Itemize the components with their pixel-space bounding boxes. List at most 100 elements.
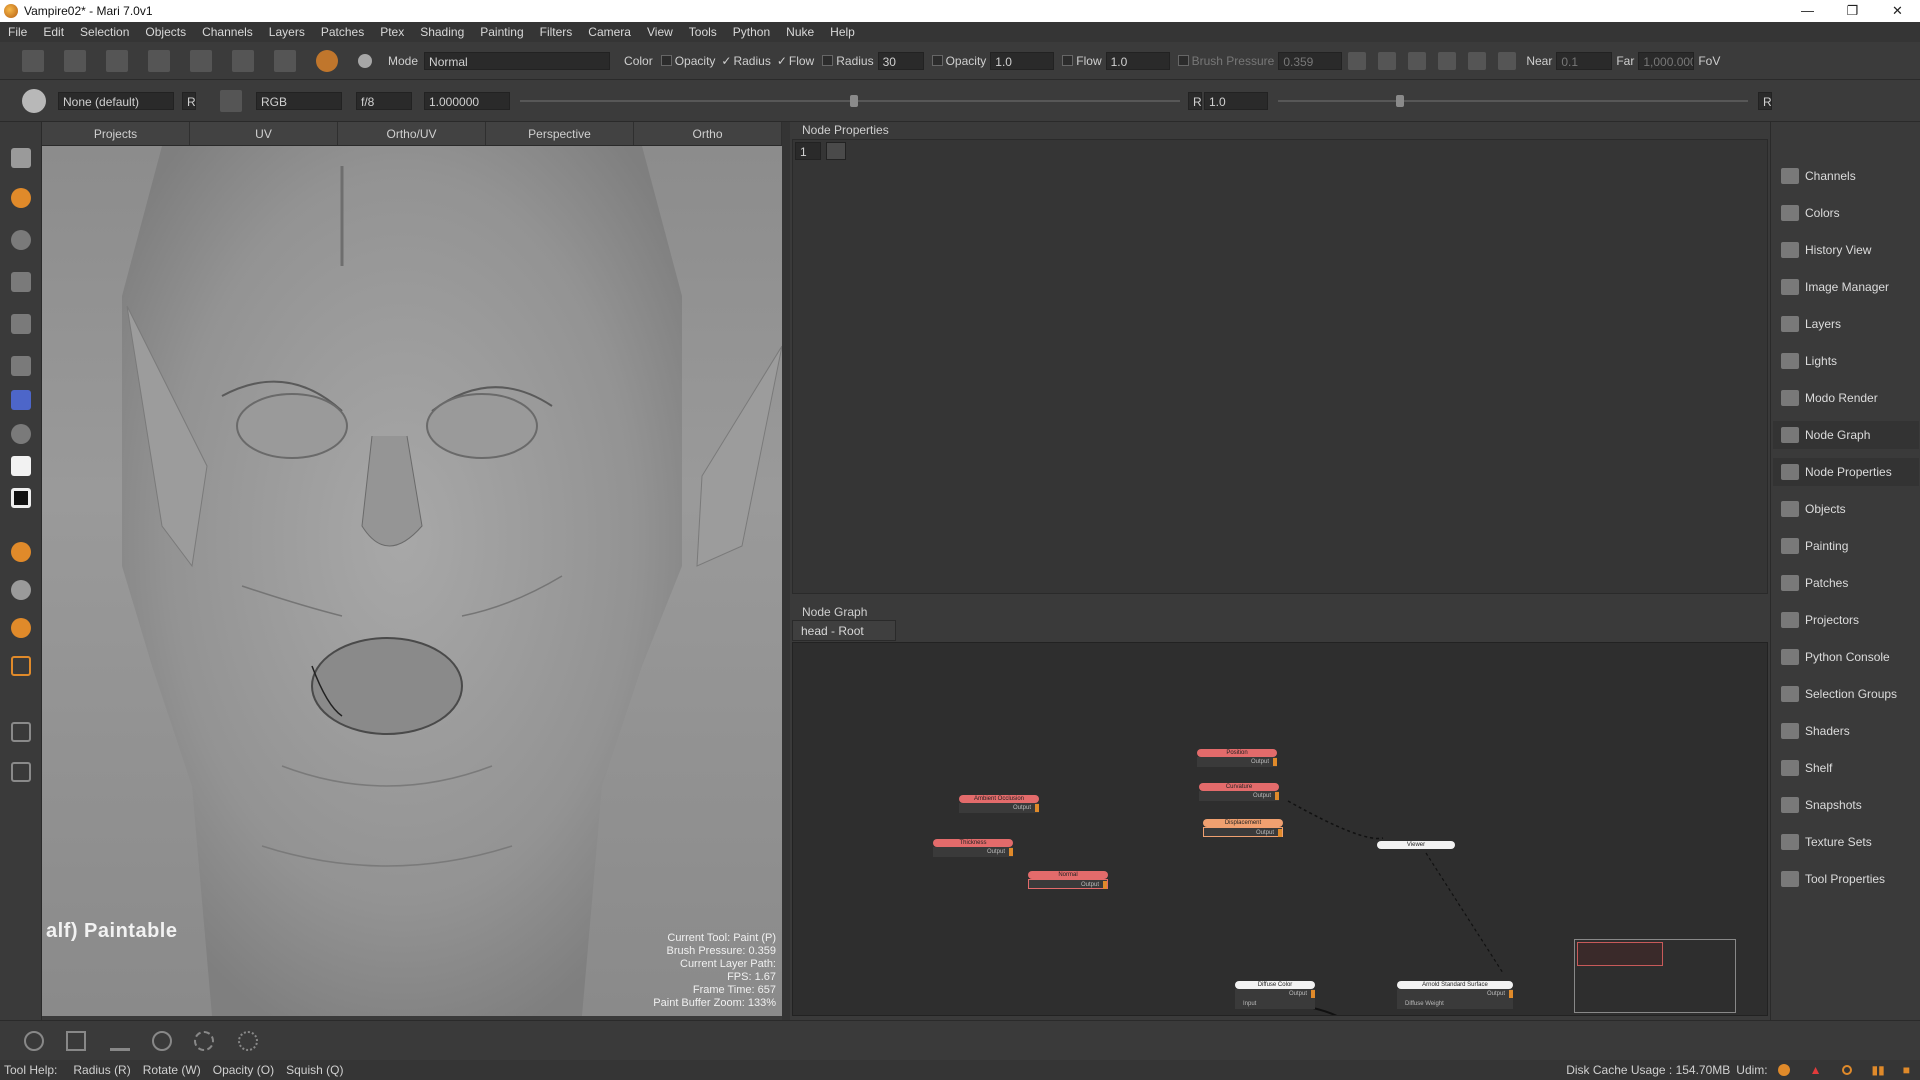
- dock-item-shaders[interactable]: Shaders: [1773, 717, 1919, 745]
- menu-tools[interactable]: Tools: [681, 25, 725, 39]
- flow-checkbox[interactable]: [1062, 55, 1074, 66]
- flow-field[interactable]: 1.0: [1105, 51, 1170, 70]
- grid-icon[interactable]: [1408, 51, 1427, 70]
- grid-tool-icon[interactable]: [11, 272, 31, 292]
- clone-tool-icon[interactable]: [11, 230, 31, 250]
- opacity2-checkbox[interactable]: [931, 55, 943, 66]
- node-thickness[interactable]: Thickness Output: [933, 839, 1013, 857]
- dock-item-painting[interactable]: Painting: [1773, 532, 1919, 560]
- node-normal[interactable]: Normal Output: [1028, 871, 1108, 889]
- dock-item-lights[interactable]: Lights: [1773, 347, 1919, 375]
- gain-field[interactable]: 1.000000: [424, 91, 510, 110]
- menu-filters[interactable]: Filters: [532, 25, 581, 39]
- tab-projects[interactable]: Projects: [42, 122, 190, 145]
- dock-item-texture-sets[interactable]: Texture Sets: [1773, 828, 1919, 856]
- gamma-reset-button[interactable]: R: [1758, 91, 1772, 110]
- dock-item-node-graph[interactable]: Node Graph: [1773, 421, 1919, 449]
- menu-file[interactable]: File: [0, 25, 35, 39]
- gamma-field[interactable]: 1.0: [1204, 91, 1268, 110]
- render-icon[interactable]: [1378, 51, 1397, 70]
- undo-transform-icon[interactable]: [24, 1031, 44, 1051]
- menu-objects[interactable]: Objects: [137, 25, 194, 39]
- node-properties-count-field[interactable]: 1: [795, 142, 821, 160]
- mode-dropdown[interactable]: Normal: [424, 51, 611, 70]
- viewport-splitter[interactable]: [782, 122, 790, 1020]
- memory-bars-icon[interactable]: ▮▮: [1872, 1063, 1885, 1077]
- shade-icon[interactable]: [1438, 51, 1457, 70]
- dock-item-python-console[interactable]: Python Console: [1773, 643, 1919, 671]
- close-button[interactable]: ✕: [1875, 0, 1920, 22]
- copy-icon[interactable]: [232, 49, 254, 72]
- close-file-icon[interactable]: [64, 49, 86, 72]
- dock-item-history-view[interactable]: History View: [1773, 236, 1919, 264]
- node-position[interactable]: Position Output: [1197, 749, 1277, 767]
- menu-nuke[interactable]: Nuke: [778, 25, 822, 39]
- squish-icon[interactable]: [194, 1031, 214, 1051]
- down-arrow-icon[interactable]: [110, 1031, 130, 1051]
- minimap-viewport-frame[interactable]: [1577, 942, 1663, 966]
- status-lock-icon[interactable]: ■: [1903, 1063, 1910, 1077]
- new-file-icon[interactable]: [22, 49, 44, 72]
- rotate-icon[interactable]: [152, 1031, 172, 1051]
- status-orange-icon[interactable]: [1777, 1064, 1790, 1076]
- camera-icon[interactable]: [274, 49, 296, 72]
- channel-dropdown[interactable]: None (default): [58, 91, 174, 110]
- node-arnold-standard-surface[interactable]: Arnold Standard Surface Output Diffuse W…: [1397, 981, 1513, 1009]
- dock-item-node-properties[interactable]: Node Properties: [1773, 458, 1919, 486]
- colorspace-dropdown[interactable]: RGB: [256, 91, 342, 110]
- select-tool-icon[interactable]: [11, 148, 31, 168]
- move-icon[interactable]: [66, 1031, 86, 1051]
- foreground-color-icon[interactable]: [11, 456, 31, 476]
- node-viewer[interactable]: Viewer: [1377, 841, 1455, 849]
- dock-item-image-manager[interactable]: Image Manager: [1773, 273, 1919, 301]
- radius-field[interactable]: 30: [877, 51, 924, 70]
- dock-item-layers[interactable]: Layers: [1773, 310, 1919, 338]
- tab-perspective[interactable]: Perspective: [486, 122, 634, 145]
- 3d-viewport[interactable]: alf) Paintable Current Tool: Paint (P) B…: [42, 146, 782, 1016]
- pen-tool-icon[interactable]: [11, 356, 31, 376]
- dock-item-shelf[interactable]: Shelf: [1773, 754, 1919, 782]
- tab-ortho-uv[interactable]: Ortho/UV: [338, 122, 486, 145]
- near-field[interactable]: 0.1: [1556, 51, 1613, 70]
- fstop-field[interactable]: f/8: [356, 91, 412, 110]
- maximize-button[interactable]: ❐: [1830, 0, 1875, 22]
- rotate-tool-icon[interactable]: [11, 424, 31, 444]
- menu-selection[interactable]: Selection: [72, 25, 137, 39]
- dock-item-snapshots[interactable]: Snapshots: [1773, 791, 1919, 819]
- dock-item-patches[interactable]: Patches: [1773, 569, 1919, 597]
- menu-ptex[interactable]: Ptex: [372, 25, 412, 39]
- marquee-tool-icon[interactable]: [11, 314, 31, 334]
- minimize-button[interactable]: —: [1785, 0, 1830, 22]
- dock-item-colors[interactable]: Colors: [1773, 199, 1919, 227]
- exposure-slider-knob[interactable]: [850, 94, 858, 107]
- radius-checkbox[interactable]: [822, 55, 834, 66]
- far-field[interactable]: 1,000.000: [1638, 51, 1695, 70]
- background-color-icon[interactable]: [11, 488, 31, 508]
- menu-camera[interactable]: Camera: [580, 25, 639, 39]
- node-ambient-occlusion[interactable]: Ambient Occlusion Output: [959, 795, 1039, 813]
- menu-edit[interactable]: Edit: [35, 25, 72, 39]
- menu-shading[interactable]: Shading: [412, 25, 472, 39]
- menu-help[interactable]: Help: [822, 25, 863, 39]
- brush-pressure-field[interactable]: 0.359: [1278, 51, 1343, 70]
- dock-item-projectors[interactable]: Projectors: [1773, 606, 1919, 634]
- warning-icon[interactable]: ▲: [1810, 1063, 1822, 1077]
- lasso-icon[interactable]: [238, 1031, 258, 1051]
- menu-python[interactable]: Python: [725, 25, 778, 39]
- gamma-slider-knob[interactable]: [1395, 94, 1404, 107]
- camera-tool-icon[interactable]: [1498, 51, 1517, 70]
- menu-patches[interactable]: Patches: [313, 25, 372, 39]
- status-ring-icon[interactable]: [1841, 1065, 1852, 1075]
- dock-item-channels[interactable]: Channels: [1773, 162, 1919, 190]
- menu-painting[interactable]: Painting: [472, 25, 531, 39]
- gamma-r-button[interactable]: R: [1188, 91, 1202, 110]
- channel-mask-icon[interactable]: [22, 88, 46, 113]
- node-displacement[interactable]: Displacement Output: [1203, 819, 1283, 837]
- shader-ball-icon[interactable]: [11, 618, 31, 638]
- tab-uv[interactable]: UV: [190, 122, 338, 145]
- exposure-slider[interactable]: [520, 94, 1180, 107]
- channel-r-button[interactable]: R: [182, 91, 196, 110]
- gamma-slider[interactable]: [1278, 94, 1748, 107]
- close-node-properties-icon[interactable]: [826, 142, 846, 160]
- opacity-checkbox[interactable]: [660, 55, 672, 66]
